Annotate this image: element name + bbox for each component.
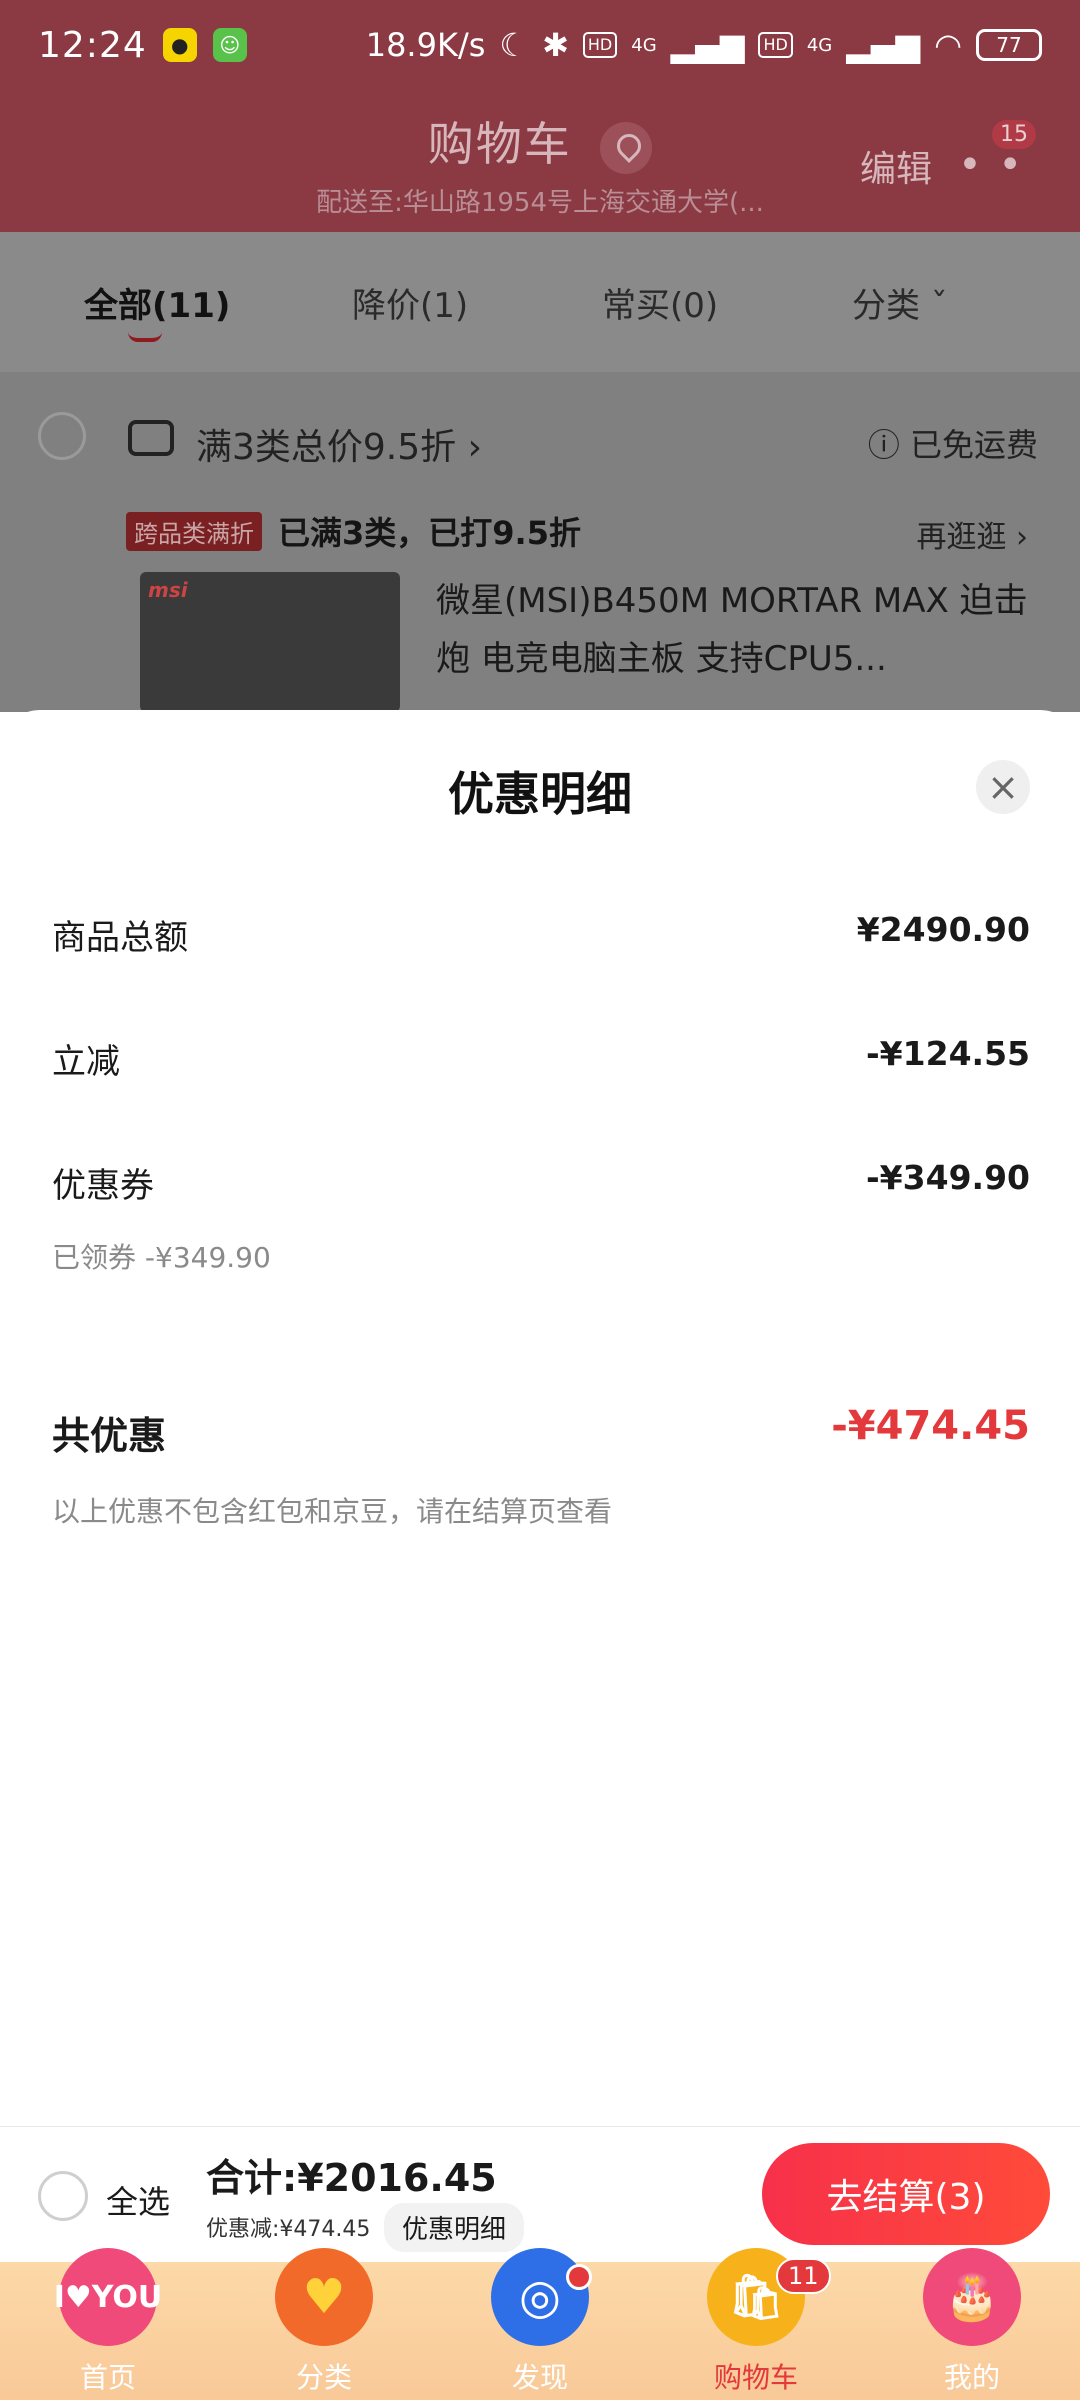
discount-note: 以上优惠不包含红包和京豆，请在结算页查看 [52, 1495, 613, 1528]
nav-discover[interactable]: ◎ 发现 [432, 2248, 648, 2400]
nav-label: 首页 [79, 2361, 136, 2394]
total-discount-value: -¥474.45 [831, 1403, 1030, 1449]
product-image[interactable]: msi [140, 572, 400, 712]
instant-discount-value: -¥124.55 [865, 1034, 1030, 1073]
hd-icon: HD [582, 32, 618, 58]
discount-detail-sheet: 优惠明细 × 商品总额 ¥2490.90 立减 -¥124.55 优惠券 -¥3… [0, 710, 1080, 2126]
app-notification-icon: ● [162, 28, 197, 62]
coupon-value: -¥349.90 [865, 1158, 1030, 1197]
nav-profile[interactable]: 🎂 我的 [864, 2248, 1080, 2400]
cart-header: 购物车 配送至:华山路1954号上海交通大学(... 编辑 • • 15 [0, 90, 1080, 232]
total-discount-label: 共优惠 [52, 1414, 167, 1458]
instant-discount-label: 立减 [52, 1042, 120, 1082]
select-all-radio[interactable] [38, 2171, 88, 2221]
tab-frequent[interactable]: 常买(0) [602, 278, 718, 327]
network-type: 4G [631, 34, 657, 56]
home-icon: I♥YOU [54, 2248, 162, 2346]
cart-content: 全部(11) 降价(1) 常买(0) 分类 ˇ 满3类总价9.5折 › ⓘ 已免… [0, 232, 1080, 712]
store-select-radio[interactable] [38, 412, 86, 460]
page-title-text: 购物车 [427, 117, 572, 171]
moon-icon: ☾ [499, 26, 529, 64]
wifi-icon: ◠ [934, 26, 962, 64]
status-time: 12:24 [38, 24, 147, 66]
subtotal-value: ¥2490.90 [856, 910, 1030, 949]
notification-dot [566, 2264, 592, 2290]
nav-label: 发现 [511, 2361, 568, 2394]
coupon-label: 优惠券 [52, 1166, 154, 1206]
store-group: 满3类总价9.5折 › ⓘ 已免运费 跨品类满折 已满3类，已打9.5折 再逛逛… [0, 372, 1080, 712]
select-all-label[interactable]: 全选 [106, 2177, 170, 2223]
total-price: 合计:¥2016.45 [206, 2156, 497, 2200]
promo-title[interactable]: 满3类总价9.5折 › [196, 418, 482, 470]
product-title[interactable]: 微星(MSI)B450M MORTAR MAX 迫击炮 电竞电脑主板 支持CPU… [436, 572, 1036, 688]
cart-badge: 11 [776, 2258, 831, 2294]
app-notification-icon: ☺ [212, 28, 247, 62]
profile-icon: 🎂 [923, 2248, 1021, 2346]
nav-label: 购物车 [713, 2361, 798, 2394]
promo-icon [128, 420, 174, 456]
nav-category[interactable]: ♥ 分类 [216, 2248, 432, 2400]
location-pin-icon[interactable] [600, 121, 653, 174]
subtotal-label: 商品总额 [52, 918, 188, 958]
tab-all[interactable]: 全部(11) [84, 278, 230, 327]
network-type: 4G [806, 34, 833, 56]
edit-button[interactable]: 编辑 [860, 140, 932, 192]
promo-tag: 跨品类满折 [126, 512, 262, 551]
nav-label: 分类 [295, 2361, 352, 2394]
battery-icon: 77 [976, 29, 1042, 61]
coupon-claimed: 已领券 -¥349.90 [52, 1241, 271, 1274]
cart-tabs: 全部(11) 降价(1) 常买(0) 分类 ˇ [0, 232, 1080, 372]
hd-icon: HD [758, 32, 793, 58]
signal-icon: ▂▄▆ [846, 26, 921, 64]
bluetooth-icon: ✱ [542, 26, 569, 64]
tab-price-drop[interactable]: 降价(1) [352, 278, 468, 327]
tab-indicator [128, 332, 162, 342]
browse-more-link[interactable]: 再逛逛 › [916, 512, 1028, 556]
nav-home[interactable]: I♥YOU 首页 [0, 2248, 216, 2400]
checkout-button[interactable]: 去结算(3) [762, 2143, 1050, 2245]
close-icon[interactable]: × [976, 760, 1030, 814]
discount-detail-button[interactable]: 优惠明细 [384, 2203, 525, 2252]
message-badge: 15 [992, 120, 1036, 149]
nav-cart[interactable]: 🛍 11 购物车 [648, 2248, 864, 2400]
tab-category[interactable]: 分类 ˇ [852, 278, 948, 327]
status-bar: 12:24 ● ☺ 18.9K/s ☾ ✱ HD 4G ▂▄▆ HD 4G ▂▄… [0, 0, 1080, 90]
bottom-nav: I♥YOU 首页 ♥ 分类 ◎ 发现 🛍 11 购物车 🎂 我的 [0, 2248, 1080, 2400]
discover-icon: ◎ [491, 2248, 589, 2346]
checkout-bar: 全选 合计:¥2016.45 优惠减:¥474.45 优惠明细 去结算(3) [0, 2126, 1080, 2262]
promo-status: 已满3类，已打9.5折 [278, 514, 581, 552]
sheet-title: 优惠明细 [448, 767, 632, 821]
signal-icon: ▂▄▆ [670, 26, 745, 64]
product-logo: msi [148, 578, 188, 602]
nav-label: 我的 [943, 2361, 1000, 2394]
discount-summary: 优惠减:¥474.45 [206, 2217, 371, 2242]
category-icon: ♥ [275, 2248, 373, 2346]
network-speed: 18.9K/s [365, 26, 486, 64]
free-shipping[interactable]: ⓘ 已免运费 [868, 420, 1038, 466]
